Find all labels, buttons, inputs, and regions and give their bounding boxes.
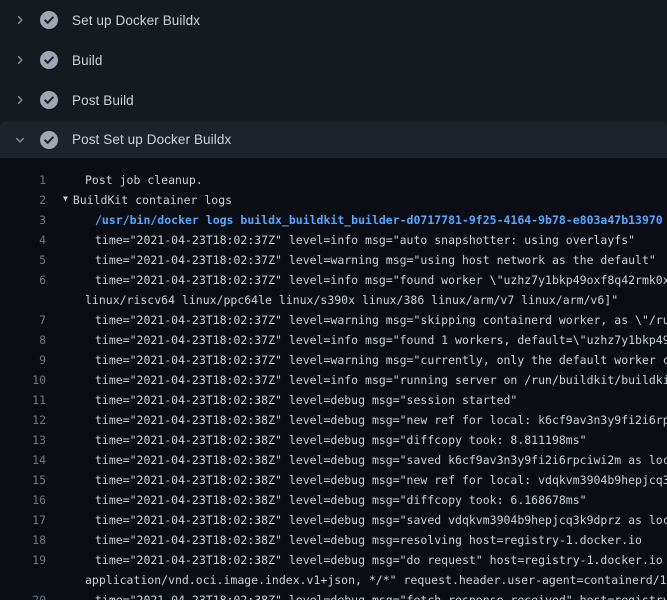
log-line: 13 time="2021-04-23T18:02:38Z" level=deb… [0,430,667,450]
step-title: Build [72,53,103,68]
log-line: 6 time="2021-04-23T18:02:37Z" level=info… [0,270,667,290]
log-line-text: linux/riscv64 linux/ppc64le linux/s390x … [85,290,618,310]
log-line: 15 time="2021-04-23T18:02:38Z" level=deb… [0,470,667,490]
line-number[interactable]: 4 [0,230,46,250]
log-command-line: 3 /usr/bin/docker logs buildx_buildkit_b… [0,210,667,230]
log-line-text: time="2021-04-23T18:02:38Z" level=debug … [95,450,667,470]
line-number[interactable]: 2 [0,190,46,210]
log-line-text: time="2021-04-23T18:02:38Z" level=debug … [95,410,667,430]
line-number[interactable]: 12 [0,410,46,430]
log-line: 14 time="2021-04-23T18:02:38Z" level=deb… [0,450,667,470]
log-line-text: time="2021-04-23T18:02:37Z" level=info m… [95,330,667,350]
log-line: 11 time="2021-04-23T18:02:38Z" level=deb… [0,390,667,410]
log-line: 5 time="2021-04-23T18:02:37Z" level=warn… [0,250,667,270]
step-header-post-set-up-docker-buildx[interactable]: Post Set up Docker Buildx [0,121,667,158]
line-number[interactable]: 13 [0,430,46,450]
check-circle-icon [40,91,58,109]
log-line-text: time="2021-04-23T18:02:37Z" level=warnin… [95,250,656,270]
line-number[interactable]: 16 [0,490,46,510]
log-line-text: BuildKit container logs [73,190,232,210]
log-line-text: time="2021-04-23T18:02:38Z" level=debug … [95,550,667,570]
line-number[interactable]: 5 [0,250,46,270]
line-number[interactable]: 19 [0,550,46,570]
log-line: 10 time="2021-04-23T18:02:37Z" level=inf… [0,370,667,390]
log-line: 9 time="2021-04-23T18:02:37Z" level=warn… [0,350,667,370]
step-header-post-build[interactable]: Post Build [0,80,667,120]
log-line-text: time="2021-04-23T18:02:38Z" level=debug … [95,490,587,510]
line-number[interactable]: 18 [0,530,46,550]
log-group-toggle[interactable]: 2 ▼ BuildKit container logs [0,190,667,210]
step-header-build[interactable]: Build [0,40,667,80]
log-line-text: time="2021-04-23T18:02:37Z" level=warnin… [95,310,667,330]
line-number[interactable] [0,290,46,310]
log-line-text: application/vnd.oci.image.index.v1+json,… [85,570,667,590]
log-line-text: time="2021-04-23T18:02:38Z" level=debug … [95,470,667,490]
check-circle-icon [40,11,58,29]
step-title: Set up Docker Buildx [72,13,200,28]
log-panel: 1 Post job cleanup. 2 ▼ BuildKit contain… [0,158,667,600]
log-line-text: /usr/bin/docker logs buildx_buildkit_bui… [95,210,663,230]
log-line: 8 time="2021-04-23T18:02:37Z" level=info… [0,330,667,350]
log-line: 4 time="2021-04-23T18:02:37Z" level=info… [0,230,667,250]
check-circle-icon [40,51,58,69]
line-number[interactable]: 11 [0,390,46,410]
step-title: Post Build [72,93,134,108]
chevron-down-icon [12,132,28,148]
line-number[interactable]: 8 [0,330,46,350]
log-line-text: time="2021-04-23T18:02:37Z" level=info m… [95,270,667,290]
log-line-text: time="2021-04-23T18:02:38Z" level=debug … [95,590,667,600]
log-line-text: Post job cleanup. [85,170,203,190]
line-number[interactable]: 15 [0,470,46,490]
line-number[interactable]: 20 [0,590,46,600]
log-line: 12 time="2021-04-23T18:02:38Z" level=deb… [0,410,667,430]
log-line: 7 time="2021-04-23T18:02:37Z" level=warn… [0,310,667,330]
log-line: 1 Post job cleanup. [0,170,667,190]
chevron-right-icon [12,12,28,28]
line-number[interactable]: 14 [0,450,46,470]
log-line: linux/riscv64 linux/ppc64le linux/s390x … [0,290,667,310]
group-collapse-icon: ▼ [63,189,68,209]
line-number[interactable]: 6 [0,270,46,290]
actions-log-viewer: Set up Docker Buildx Build P [0,0,667,600]
line-number[interactable]: 1 [0,170,46,190]
log-line-text: time="2021-04-23T18:02:37Z" level=info m… [95,370,667,390]
steps-list: Set up Docker Buildx Build P [0,0,667,158]
log-line: application/vnd.oci.image.index.v1+json,… [0,570,667,590]
log-line: 16 time="2021-04-23T18:02:38Z" level=deb… [0,490,667,510]
line-number[interactable]: 3 [0,210,46,230]
line-number[interactable]: 10 [0,370,46,390]
log-line: 19 time="2021-04-23T18:02:38Z" level=deb… [0,550,667,570]
log-line: 18 time="2021-04-23T18:02:38Z" level=deb… [0,530,667,550]
log-line-text: time="2021-04-23T18:02:37Z" level=warnin… [95,350,667,370]
log-line-text: time="2021-04-23T18:02:38Z" level=debug … [95,430,587,450]
log-line: 20 time="2021-04-23T18:02:38Z" level=deb… [0,590,667,600]
line-number[interactable] [0,570,46,590]
log-line: 17 time="2021-04-23T18:02:38Z" level=deb… [0,510,667,530]
log-line-text: time="2021-04-23T18:02:37Z" level=info m… [95,230,635,250]
line-number[interactable]: 7 [0,310,46,330]
log-line-text: time="2021-04-23T18:02:38Z" level=debug … [95,390,517,410]
line-number[interactable]: 17 [0,510,46,530]
chevron-right-icon [12,52,28,68]
chevron-right-icon [12,92,28,108]
line-number[interactable]: 9 [0,350,46,370]
log-line-text: time="2021-04-23T18:02:38Z" level=debug … [95,530,642,550]
step-header-set-up-docker-buildx[interactable]: Set up Docker Buildx [0,0,667,40]
step-title: Post Set up Docker Buildx [72,132,231,147]
collapsed-steps: Set up Docker Buildx Build P [0,0,667,120]
log-line-text: time="2021-04-23T18:02:38Z" level=debug … [95,510,667,530]
check-circle-icon [40,131,58,149]
